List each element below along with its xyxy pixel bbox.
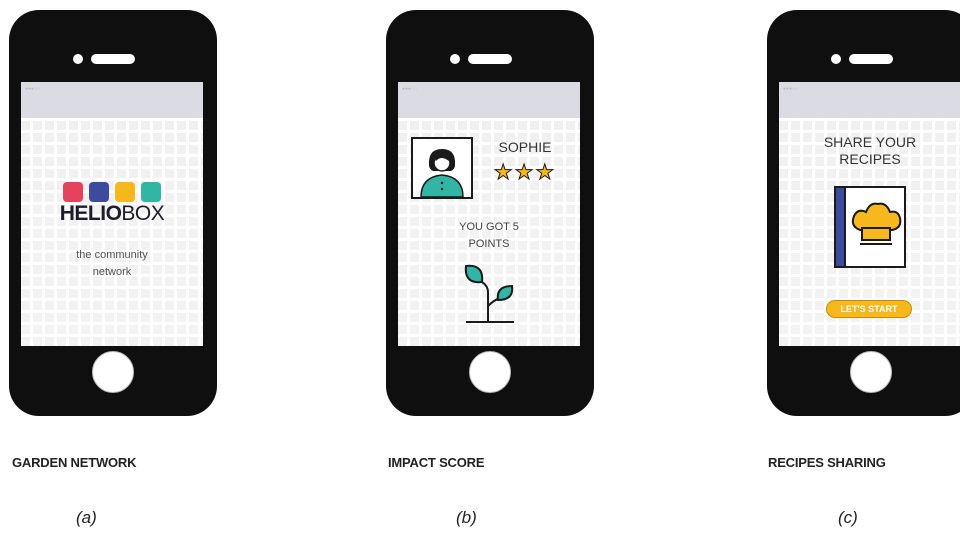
sublabel-a: (a) (76, 508, 97, 527)
logo-square-yellow (115, 182, 135, 202)
tagline-line-2: network (92, 266, 132, 278)
screen-recipes-sharing: ●●●○○ SHARE YOUR RECIPES LET'S START (779, 82, 960, 346)
sublabel-b: (b) (456, 508, 477, 527)
star-icon: ★ (535, 161, 557, 185)
speaker-slot (849, 54, 893, 64)
status-bar: ●●●○○ (21, 82, 203, 118)
screen-impact-score: ●●●○○ SOPHIE ★★★ YOU GOT 5 POINTS (398, 82, 580, 346)
caption-impact-score: IMPACT SCORE (388, 455, 485, 470)
tagline: the community network (21, 247, 203, 281)
caption-garden-network: GARDEN NETWORK (12, 455, 137, 470)
camera-dot (831, 54, 841, 64)
home-button[interactable] (850, 351, 892, 393)
speaker-slot (468, 54, 512, 64)
tagline-line-1: the community (76, 249, 148, 261)
share-title: SHARE YOUR RECIPES (779, 134, 960, 168)
points-line-1: YOU GOT 5 (459, 221, 519, 233)
phone-garden-network: ●●●○○ HELIOBOX the community network (9, 10, 217, 416)
speaker-slot (91, 54, 135, 64)
sprout-icon (464, 264, 514, 323)
recipe-book-icon (834, 186, 906, 268)
brand-name: HELIOBOX (21, 202, 203, 226)
sublabel-c: (c) (838, 508, 858, 527)
logo-square-teal (141, 182, 161, 202)
logo-square-red (63, 182, 83, 202)
status-bar: ●●●○○ (779, 82, 960, 118)
camera-dot (450, 54, 460, 64)
camera-dot (73, 54, 83, 64)
status-bar: ●●●○○ (398, 82, 580, 118)
home-button[interactable] (92, 351, 134, 393)
star-icon: ★ (493, 161, 515, 185)
star-icon: ★ (514, 161, 536, 185)
points-line-2: POINTS (468, 238, 510, 250)
avatar (411, 137, 473, 199)
lets-start-button[interactable]: LET'S START (826, 300, 912, 318)
share-title-line-2: RECIPES (839, 151, 901, 167)
logo-square-navy (89, 182, 109, 202)
avatar-icon (420, 149, 464, 197)
caption-recipes-sharing: RECIPES SHARING (768, 455, 886, 470)
home-button[interactable] (469, 351, 511, 393)
points-message: YOU GOT 5 POINTS (398, 219, 580, 253)
brand-name-bold: HELIO (59, 202, 122, 225)
phone-impact-score: ●●●○○ SOPHIE ★★★ YOU GOT 5 POINTS (386, 10, 594, 416)
phone-recipes-sharing: ●●●○○ SHARE YOUR RECIPES LET'S START (767, 10, 960, 416)
brand-name-light: BOX (121, 202, 165, 225)
screen-garden-network: ●●●○○ HELIOBOX the community network (21, 82, 203, 346)
rating-stars: ★★★ (480, 160, 570, 185)
heliobox-logo-icon (63, 182, 161, 202)
share-title-line-1: SHARE YOUR (823, 134, 917, 150)
user-name: SOPHIE (498, 139, 552, 155)
